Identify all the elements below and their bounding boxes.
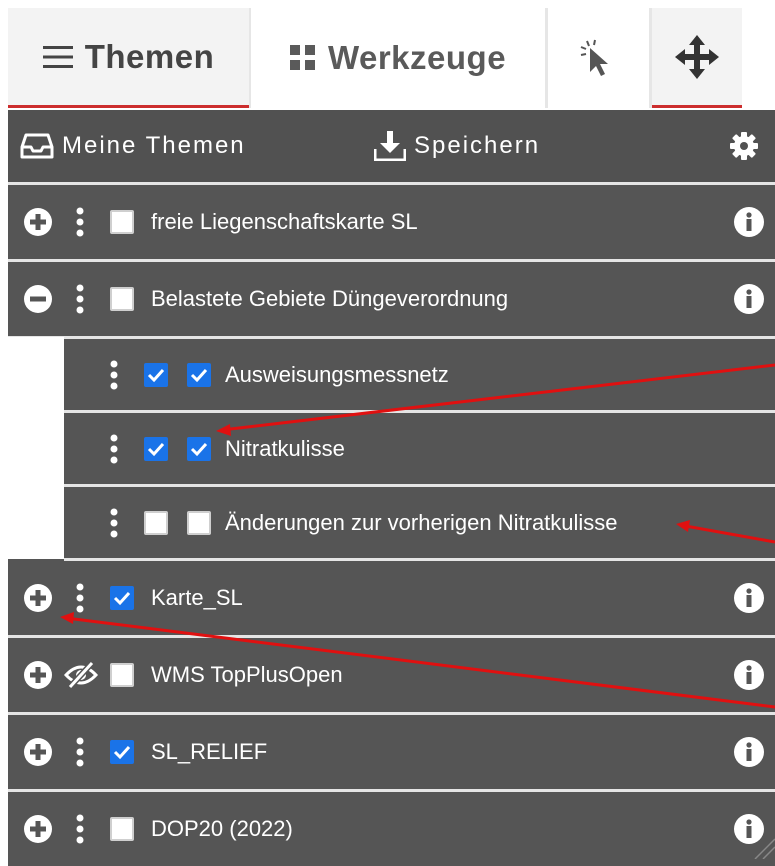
themes-toolbar: Meine Themen Speichern bbox=[8, 110, 775, 185]
layer-checkbox[interactable] bbox=[144, 511, 168, 535]
layer-checkbox[interactable] bbox=[110, 287, 134, 311]
layer-checkbox[interactable] bbox=[110, 740, 134, 764]
tab-themen-label: Themen bbox=[84, 37, 215, 75]
info-icon[interactable] bbox=[733, 283, 765, 315]
more-vertical-icon bbox=[110, 360, 118, 389]
visibility-checkbox[interactable] bbox=[187, 511, 211, 535]
visibility-checkbox[interactable] bbox=[187, 437, 211, 461]
layer-label: Ausweisungsmessnetz bbox=[225, 361, 449, 387]
layer-label: DOP20 (2022) bbox=[151, 816, 293, 841]
more-vertical-icon bbox=[76, 737, 84, 767]
layer-label: WMS TopPlusOpen bbox=[151, 662, 343, 687]
layer-menu-button[interactable] bbox=[70, 715, 90, 789]
visibility-toggle[interactable] bbox=[64, 638, 98, 712]
check-icon bbox=[147, 442, 165, 457]
layer-checkbox[interactable] bbox=[144, 437, 168, 461]
layer-label: Karte_SL bbox=[151, 585, 243, 610]
check-icon bbox=[113, 591, 131, 606]
tab-bar: Themen Werkzeuge bbox=[0, 0, 775, 110]
tab-werkzeuge[interactable]: Werkzeuge bbox=[251, 8, 545, 108]
plus-circle-icon bbox=[24, 815, 52, 843]
layer-row: DOP20 (2022) bbox=[8, 792, 775, 866]
layer-menu-button[interactable] bbox=[104, 413, 124, 484]
info-icon[interactable] bbox=[733, 736, 765, 768]
grid-icon bbox=[289, 45, 315, 70]
layer-checkbox[interactable] bbox=[110, 210, 134, 234]
themes-panel: Meine Themen Speichern freie Liegenschaf… bbox=[8, 110, 775, 866]
resize-handle-icon[interactable] bbox=[751, 835, 775, 859]
info-icon[interactable] bbox=[733, 582, 765, 614]
more-vertical-icon bbox=[110, 508, 118, 537]
move-icon bbox=[675, 34, 719, 79]
save-button[interactable]: Speichern bbox=[374, 110, 540, 182]
check-icon bbox=[113, 745, 131, 760]
indent-gap bbox=[8, 337, 64, 559]
check-icon bbox=[147, 368, 165, 383]
layer-label: freie Liegenschaftskarte SL bbox=[151, 209, 418, 234]
layer-row: SL_RELIEF bbox=[8, 715, 775, 792]
inbox-icon bbox=[20, 133, 54, 159]
expand-button[interactable] bbox=[22, 792, 54, 866]
check-icon bbox=[190, 442, 208, 457]
layer-label: Belastete Gebiete Düngeverordnung bbox=[151, 286, 509, 311]
minus-circle-icon bbox=[24, 285, 52, 313]
layer-row: WMS TopPlusOpen bbox=[8, 638, 775, 715]
sublayer-row: Änderungen zur vorherigen Nitratkulisse bbox=[64, 487, 775, 561]
cursor-click-icon bbox=[580, 39, 608, 76]
layer-checkbox[interactable] bbox=[110, 663, 134, 687]
layer-row: freie Liegenschaftskarte SL bbox=[8, 185, 775, 262]
my-themes-label: Meine Themen bbox=[62, 132, 246, 159]
collapse-button[interactable] bbox=[22, 262, 54, 336]
expand-button[interactable] bbox=[22, 185, 54, 259]
sublayer-row: Nitratkulisse bbox=[64, 413, 775, 487]
more-vertical-icon bbox=[76, 583, 84, 613]
save-label: Speichern bbox=[414, 132, 541, 159]
settings-button[interactable] bbox=[730, 110, 766, 182]
tab-themen[interactable]: Themen bbox=[8, 8, 249, 108]
layer-menu-button[interactable] bbox=[104, 487, 124, 558]
tab-werkzeuge-label: Werkzeuge bbox=[327, 39, 507, 76]
my-themes-button[interactable]: Meine Themen bbox=[20, 110, 246, 182]
layer-menu-button[interactable] bbox=[104, 339, 124, 410]
plus-circle-icon bbox=[24, 584, 52, 612]
more-vertical-icon bbox=[76, 814, 84, 844]
more-vertical-icon bbox=[76, 284, 84, 314]
visibility-checkbox[interactable] bbox=[187, 363, 211, 387]
gear-icon bbox=[730, 132, 758, 160]
check-icon bbox=[190, 368, 208, 383]
layer-menu-button[interactable] bbox=[70, 792, 90, 866]
layer-label: Änderungen zur vorherigen Nitratkulisse bbox=[225, 509, 618, 535]
plus-circle-icon bbox=[24, 738, 52, 766]
info-icon[interactable] bbox=[733, 206, 765, 238]
tab-pointer-tool[interactable] bbox=[548, 8, 648, 108]
sublayer-row: Ausweisungsmessnetz bbox=[64, 339, 775, 413]
tab-move-tool[interactable] bbox=[652, 8, 742, 108]
eye-slash-icon bbox=[64, 661, 98, 689]
menu-icon bbox=[42, 45, 73, 68]
expand-button[interactable] bbox=[22, 715, 54, 789]
layer-checkbox[interactable] bbox=[110, 586, 134, 610]
download-icon bbox=[374, 131, 406, 161]
plus-circle-icon bbox=[24, 661, 52, 689]
layer-checkbox[interactable] bbox=[110, 817, 134, 841]
plus-circle-icon bbox=[24, 208, 52, 236]
more-vertical-icon bbox=[76, 207, 84, 237]
layer-label: SL_RELIEF bbox=[151, 739, 268, 764]
info-icon[interactable] bbox=[733, 659, 765, 691]
layer-checkbox[interactable] bbox=[144, 363, 168, 387]
layer-menu-button[interactable] bbox=[70, 262, 90, 336]
expand-button[interactable] bbox=[22, 561, 54, 635]
layer-menu-button[interactable] bbox=[70, 185, 90, 259]
left-margin bbox=[0, 0, 8, 859]
layer-row: Belastete Gebiete Düngeverordnung bbox=[8, 262, 775, 339]
more-vertical-icon bbox=[110, 434, 118, 463]
layer-row: Karte_SL bbox=[8, 561, 775, 638]
layer-menu-button[interactable] bbox=[70, 561, 90, 635]
layer-label: Nitratkulisse bbox=[225, 435, 345, 461]
expand-button[interactable] bbox=[22, 638, 54, 712]
